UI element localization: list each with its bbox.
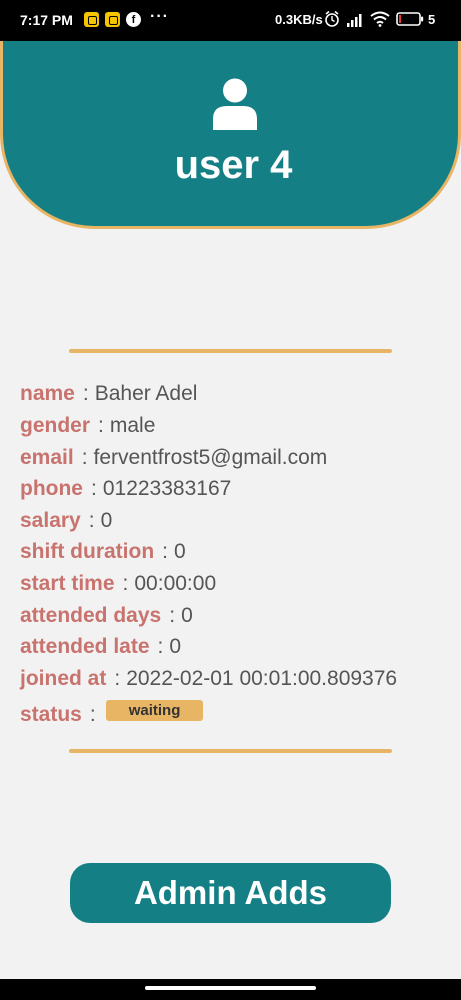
signal-icon bbox=[347, 14, 362, 27]
detail-value: Baher Adel bbox=[94, 382, 198, 405]
detail-label: name bbox=[20, 382, 75, 405]
detail-label: joined at bbox=[20, 667, 107, 690]
navigation-bar bbox=[0, 979, 461, 1000]
app-notification-icon bbox=[105, 12, 120, 27]
detail-row-phone: phone:01223383167 bbox=[20, 477, 232, 500]
detail-row-gender: gender: male bbox=[20, 414, 156, 437]
detail-value: 0 bbox=[174, 540, 186, 563]
user-icon bbox=[213, 78, 257, 130]
detail-row-name: name: Baher Adel bbox=[20, 382, 198, 405]
status-bar: 7:17 PM f ··· 0.3KB/s 5 bbox=[0, 0, 461, 41]
detail-value: 0 bbox=[169, 635, 182, 658]
detail-value: 00:00:00 bbox=[134, 572, 217, 595]
battery-icon bbox=[396, 12, 424, 26]
admin-adds-button[interactable]: Admin Adds bbox=[70, 863, 391, 923]
bottom-divider bbox=[69, 749, 392, 753]
detail-label: start time bbox=[20, 572, 115, 595]
wifi-icon bbox=[370, 11, 390, 27]
detail-row-start-time: start time:00:00:00 bbox=[20, 572, 217, 595]
detail-row-email: email: ferventfrost5@gmail.com bbox=[20, 446, 328, 469]
detail-label: attended days bbox=[20, 604, 162, 627]
detail-row-salary: salary:0 bbox=[20, 509, 113, 532]
detail-row-attended-days: attended days:0 bbox=[20, 604, 193, 627]
detail-value: 0 bbox=[100, 509, 113, 532]
detail-label: status bbox=[20, 703, 82, 726]
top-divider bbox=[69, 349, 392, 353]
network-speed: 0.3KB/s bbox=[275, 12, 323, 27]
detail-row-joined-at: joined at:2022-02-01 00:01:00.809376 bbox=[20, 667, 398, 690]
app-notification-icon bbox=[84, 12, 99, 27]
detail-row-shift-duration: shift duration:0 bbox=[20, 540, 186, 563]
detail-label: attended late bbox=[20, 635, 150, 658]
battery-level: 5 bbox=[428, 12, 436, 27]
more-notifications-icon: ··· bbox=[150, 8, 169, 25]
detail-label: gender bbox=[20, 414, 91, 437]
detail-value: male bbox=[109, 414, 156, 437]
page-title: user 4 bbox=[174, 143, 293, 187]
facebook-icon: f bbox=[126, 12, 141, 27]
status-badge: waiting bbox=[105, 700, 204, 721]
detail-label: phone bbox=[20, 477, 83, 500]
detail-value: 2022-02-01 00:01:00.809376 bbox=[126, 667, 398, 690]
profile-header: user 4 bbox=[0, 41, 461, 229]
home-indicator[interactable] bbox=[145, 986, 316, 990]
detail-value: ferventfrost5@gmail.com bbox=[93, 446, 328, 469]
detail-label: salary bbox=[20, 509, 81, 532]
detail-label: email bbox=[20, 446, 74, 469]
status-time: 7:17 PM bbox=[20, 12, 73, 28]
detail-value: 0 bbox=[181, 604, 193, 627]
detail-label: shift duration bbox=[20, 540, 155, 563]
alarm-icon bbox=[325, 10, 339, 27]
detail-value: 01223383167 bbox=[102, 477, 232, 500]
detail-row-attended-late: attended late:0 bbox=[20, 635, 182, 658]
detail-row-status: status: waiting bbox=[20, 700, 204, 727]
